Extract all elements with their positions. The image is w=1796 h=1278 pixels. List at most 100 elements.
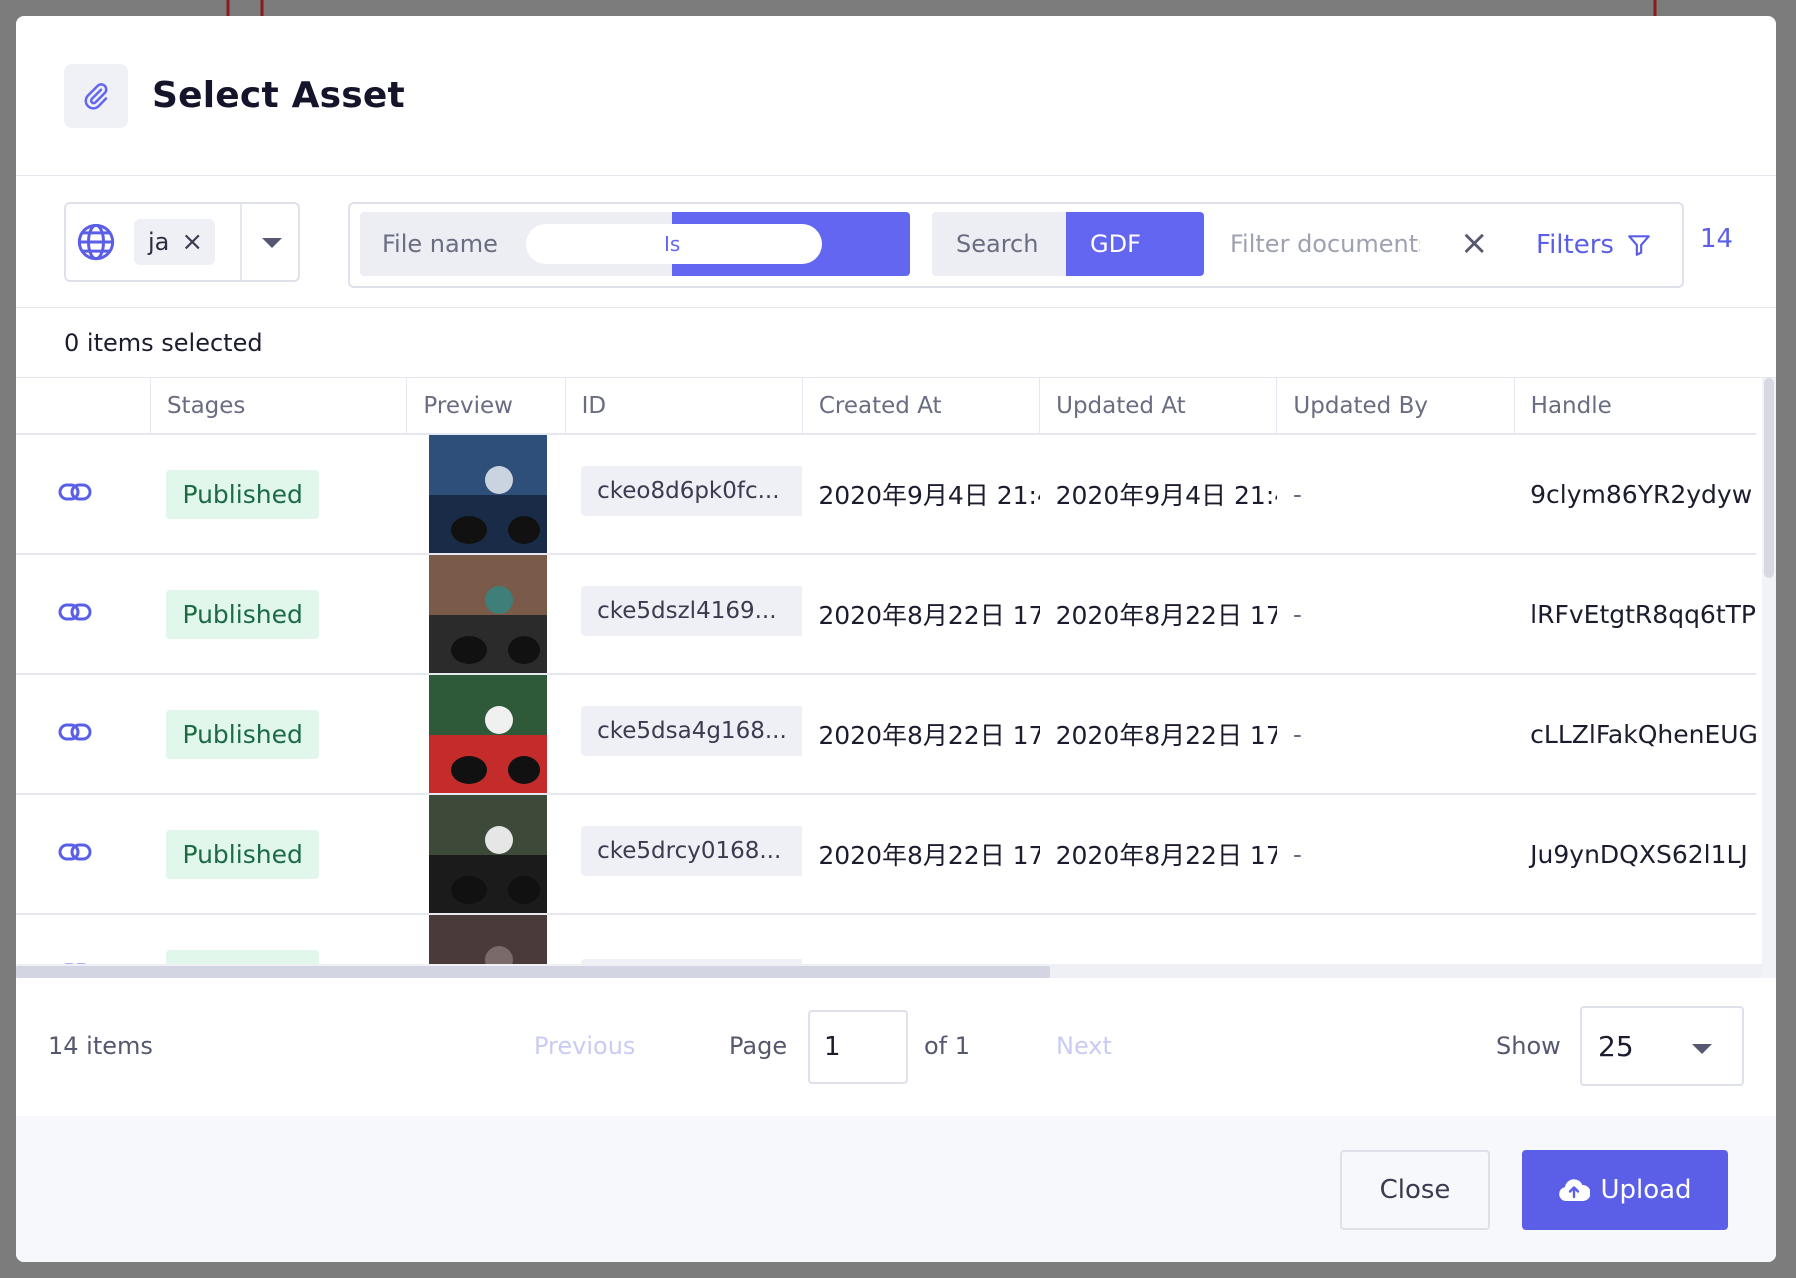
asset-id[interactable]: ckeo8d6pk0fc... bbox=[581, 466, 803, 516]
asset-id[interactable]: cke5drcy0168... bbox=[581, 826, 803, 876]
created-at-cell: 2020年8月22日 17 bbox=[802, 674, 1040, 795]
handle-cell: Ju9ynDQXS62l1LJ bbox=[1514, 794, 1756, 915]
handle-cell: cLLZlFakQhenEUG bbox=[1514, 674, 1756, 795]
paperclip-icon bbox=[64, 63, 128, 128]
search-filter[interactable]: Search GDF bbox=[932, 212, 1204, 276]
updated-at-cell: 2020年8月22日 17 bbox=[1039, 674, 1277, 795]
status-badge: Published bbox=[166, 709, 319, 759]
select-asset-cell[interactable] bbox=[16, 794, 151, 915]
select-asset-dialog: Select Asset ja × File name Is Search GD… bbox=[16, 16, 1776, 1262]
close-button[interactable]: Close bbox=[1340, 1150, 1490, 1230]
updated-by-cell: - bbox=[1276, 794, 1515, 915]
asset-preview-image bbox=[428, 555, 547, 672]
status-badge: Published bbox=[166, 469, 319, 519]
id-cell: ckeo8d6pk0fc... bbox=[565, 434, 803, 555]
asset-preview-image bbox=[428, 795, 547, 912]
asset-table: Stages Preview ID Created At Updated At … bbox=[16, 378, 1776, 978]
column-header-id[interactable]: ID bbox=[564, 378, 803, 435]
id-cell: cke5dszl4169... bbox=[565, 554, 803, 675]
horizontal-scrollbar[interactable] bbox=[16, 964, 1762, 978]
updated-by-cell: - bbox=[1276, 434, 1515, 555]
filename-filter-label: File name bbox=[382, 230, 498, 258]
show-label: Show bbox=[1496, 1032, 1561, 1060]
pagination: 14 items Previous Page of 1 Next Show 25 bbox=[16, 978, 1776, 1114]
filename-operator-pill[interactable]: Is bbox=[526, 224, 822, 264]
filters-button[interactable]: Filters bbox=[1536, 222, 1652, 268]
clear-filters-icon[interactable]: × bbox=[1460, 220, 1489, 266]
page-size-select[interactable]: 25 bbox=[1580, 1006, 1744, 1086]
page-size-value: 25 bbox=[1598, 1029, 1634, 1063]
column-header-created-at[interactable]: Created At bbox=[801, 378, 1040, 435]
dialog-header: Select Asset bbox=[16, 16, 1776, 176]
search-filter-value[interactable]: GDF bbox=[1066, 212, 1204, 276]
dialog-footer: Close Upload bbox=[16, 1116, 1776, 1262]
column-header-updated-at[interactable]: Updated At bbox=[1039, 378, 1277, 435]
remove-locale-icon[interactable]: × bbox=[181, 227, 203, 257]
created-at-cell: 2020年9月4日 21:4 bbox=[802, 434, 1040, 555]
cloud-upload-icon bbox=[1559, 1179, 1591, 1201]
next-page-button[interactable]: Next bbox=[1056, 1032, 1112, 1060]
result-count: 14 bbox=[1700, 224, 1734, 254]
toolbar: ja × File name Is Search GDF × Filters bbox=[16, 176, 1776, 308]
asset-id[interactable]: cke5dsa4g168... bbox=[581, 706, 803, 756]
column-header-stages[interactable]: Stages bbox=[149, 378, 407, 435]
filename-operator: Is bbox=[664, 232, 681, 256]
select-asset-cell[interactable] bbox=[16, 554, 151, 675]
stage-cell: Published bbox=[150, 554, 407, 675]
filters-button-label: Filters bbox=[1536, 230, 1614, 260]
preview-cell bbox=[406, 794, 566, 915]
previous-page-button[interactable]: Previous bbox=[534, 1032, 635, 1060]
table-header-row: Stages Preview ID Created At Updated At … bbox=[16, 378, 1756, 435]
horizontal-scroll-thumb[interactable] bbox=[16, 966, 1050, 978]
preview-cell bbox=[406, 554, 566, 675]
select-asset-cell[interactable] bbox=[16, 674, 151, 795]
divider bbox=[240, 203, 242, 280]
column-header-handle[interactable]: Handle bbox=[1513, 378, 1756, 435]
select-asset-cell[interactable] bbox=[16, 434, 151, 555]
funnel-icon bbox=[1628, 235, 1650, 256]
locale-chip: ja × bbox=[134, 218, 216, 265]
id-cell: cke5dsa4g168... bbox=[565, 674, 803, 795]
table-row[interactable]: Published cke5dsa4g168... 2020年8月22日 17 … bbox=[16, 674, 1756, 795]
status-badge: Published bbox=[166, 829, 319, 879]
stage-cell: Published bbox=[150, 674, 407, 795]
updated-at-cell: 2020年9月4日 21:4 bbox=[1039, 434, 1277, 555]
updated-at-cell: 2020年8月22日 17 bbox=[1039, 554, 1277, 675]
id-cell: cke5drcy0168... bbox=[565, 794, 803, 915]
page-label: Page bbox=[729, 1032, 788, 1060]
link-icon[interactable] bbox=[58, 601, 92, 623]
locale-selector[interactable]: ja × bbox=[64, 201, 300, 282]
page-number-input[interactable] bbox=[808, 1010, 908, 1084]
table-row[interactable]: Published cke5dszl4169... 2020年8月22日 17 … bbox=[16, 554, 1756, 675]
link-icon[interactable] bbox=[58, 841, 92, 863]
table-row[interactable]: Published cke5drcy0168... 2020年8月22日 17 … bbox=[16, 794, 1756, 915]
dialog-title: Select Asset bbox=[152, 75, 405, 116]
column-header-updated-by[interactable]: Updated By bbox=[1276, 378, 1515, 435]
filter-documents-input[interactable] bbox=[1220, 212, 1420, 276]
selection-status: 0 items selected bbox=[16, 308, 1776, 378]
link-icon[interactable] bbox=[58, 481, 92, 503]
stage-cell: Published bbox=[150, 794, 407, 915]
chevron-down-icon[interactable] bbox=[262, 237, 282, 248]
updated-at-cell: 2020年8月22日 17 bbox=[1039, 794, 1277, 915]
asset-id[interactable]: cke5dszl4169... bbox=[581, 586, 803, 636]
table-row[interactable]: Published ckeo8d6pk0fc... 2020年9月4日 21:4… bbox=[16, 434, 1756, 555]
filename-filter[interactable]: File name Is bbox=[360, 212, 910, 276]
created-at-cell: 2020年8月22日 17 bbox=[802, 554, 1040, 675]
total-items: 14 items bbox=[48, 1032, 153, 1060]
column-header-preview[interactable]: Preview bbox=[406, 378, 566, 435]
locale-chip-label: ja bbox=[148, 227, 170, 256]
asset-preview-image bbox=[428, 435, 547, 552]
globe-icon bbox=[77, 223, 115, 260]
preview-cell bbox=[406, 674, 566, 795]
column-header-select bbox=[16, 378, 151, 435]
handle-cell: lRFvEtgtR8qq6tTP bbox=[1514, 554, 1756, 675]
handle-cell: 9clym86YR2ydyw bbox=[1514, 434, 1756, 555]
chevron-down-icon bbox=[1692, 1044, 1712, 1054]
stage-cell: Published bbox=[150, 434, 407, 555]
background-page-edge bbox=[1766, 0, 1796, 1278]
link-icon[interactable] bbox=[58, 721, 92, 743]
status-badge: Published bbox=[166, 589, 319, 639]
upload-button[interactable]: Upload bbox=[1522, 1150, 1728, 1230]
updated-by-cell: - bbox=[1276, 554, 1515, 675]
